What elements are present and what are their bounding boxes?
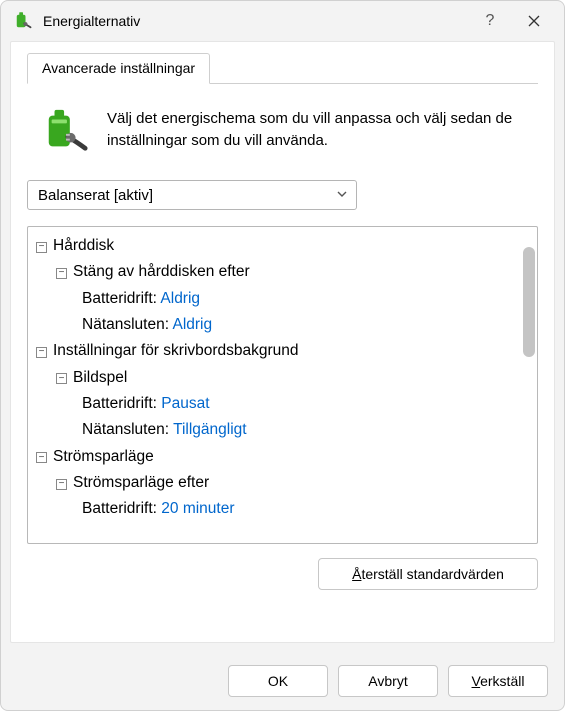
tree-node-slideshow[interactable]: −Bildspel — [34, 365, 533, 391]
tree-label: Strömsparläge — [53, 448, 154, 465]
setting-value[interactable]: Aldrig — [160, 290, 200, 307]
settings-tree-container: −Hårddisk −Stäng av hårddisken efter Bat… — [27, 226, 538, 544]
tree-node-desktop-bg[interactable]: −Inställningar för skrivbordsbakgrund — [34, 338, 533, 364]
button-text: terställ standardvärden — [361, 566, 503, 582]
tree-label: Stäng av hårddisken efter — [73, 263, 250, 280]
battery-plug-large-icon — [43, 108, 89, 154]
collapse-icon[interactable]: − — [36, 242, 47, 253]
tree-leaf-slideshow-battery[interactable]: Batteridrift: Pausat — [34, 391, 533, 417]
setting-value[interactable]: Pausat — [161, 395, 209, 412]
tree-leaf-slideshow-plugged[interactable]: Nätansluten: Tillgängligt — [34, 417, 533, 443]
collapse-icon[interactable]: − — [56, 373, 67, 384]
tree-node-turn-off-hdd[interactable]: −Stäng av hårddisken efter — [34, 259, 533, 285]
tree-leaf-sleep-battery[interactable]: Batteridrift: 20 minuter — [34, 496, 533, 522]
chevron-down-icon — [336, 187, 348, 204]
tree-leaf-hdd-battery[interactable]: Batteridrift: Aldrig — [34, 286, 533, 312]
apply-button[interactable]: Verkställ — [448, 665, 548, 697]
setting-value[interactable]: Aldrig — [172, 316, 212, 333]
battery-plug-icon — [13, 11, 33, 31]
intro-section: Välj det energischema som du vill anpass… — [27, 84, 538, 180]
tree-leaf-hdd-plugged[interactable]: Nätansluten: Aldrig — [34, 312, 533, 338]
help-button[interactable]: ? — [468, 6, 512, 36]
setting-value[interactable]: Tillgängligt — [173, 421, 247, 438]
tree-label: Strömsparläge efter — [73, 474, 209, 491]
tabstrip: Avancerade inställningar — [27, 52, 538, 83]
power-plan-selected: Balanserat [aktiv] — [38, 187, 153, 204]
intro-text: Välj det energischema som du vill anpass… — [107, 108, 518, 152]
collapse-icon[interactable]: − — [56, 479, 67, 490]
ok-button[interactable]: OK — [228, 665, 328, 697]
window-title: Energialternativ — [43, 13, 468, 29]
setting-label: Nätansluten: — [82, 421, 169, 438]
tree-label: Bildspel — [73, 369, 127, 386]
close-button[interactable] — [512, 6, 556, 36]
tree-label: Inställningar för skrivbordsbakgrund — [53, 342, 299, 359]
setting-label: Batteridrift: — [82, 500, 157, 517]
tree-label: Hårddisk — [53, 237, 114, 254]
tree-node-sleep-after[interactable]: −Strömsparläge efter — [34, 470, 533, 496]
scrollbar-thumb[interactable] — [523, 247, 535, 357]
restore-row: Återställ standardvärden — [27, 558, 538, 590]
setting-label: Batteridrift: — [82, 290, 157, 307]
setting-label: Batteridrift: — [82, 395, 157, 412]
collapse-icon[interactable]: − — [36, 347, 47, 358]
tab-advanced-settings[interactable]: Avancerade inställningar — [27, 53, 210, 84]
power-plan-select[interactable]: Balanserat [aktiv] — [27, 180, 357, 210]
titlebar: Energialternativ ? — [1, 1, 564, 41]
power-options-dialog: Energialternativ ? Avancerade inställnin… — [0, 0, 565, 711]
setting-value[interactable]: 20 minuter — [161, 500, 234, 517]
tree-node-harddisk[interactable]: −Hårddisk — [34, 233, 533, 259]
client-area: Avancerade inställningar Välj det energi… — [10, 41, 555, 643]
mnemonic: V — [472, 673, 481, 689]
settings-tree[interactable]: −Hårddisk −Stäng av hårddisken efter Bat… — [28, 227, 537, 543]
tree-node-sleep[interactable]: −Strömsparläge — [34, 444, 533, 470]
dialog-footer: OK Avbryt Verkställ — [1, 652, 564, 710]
restore-defaults-button[interactable]: Återställ standardvärden — [318, 558, 538, 590]
collapse-icon[interactable]: − — [36, 452, 47, 463]
collapse-icon[interactable]: − — [56, 268, 67, 279]
button-text: erkställ — [480, 673, 524, 689]
cancel-button[interactable]: Avbryt — [338, 665, 438, 697]
setting-label: Nätansluten: — [82, 316, 169, 333]
